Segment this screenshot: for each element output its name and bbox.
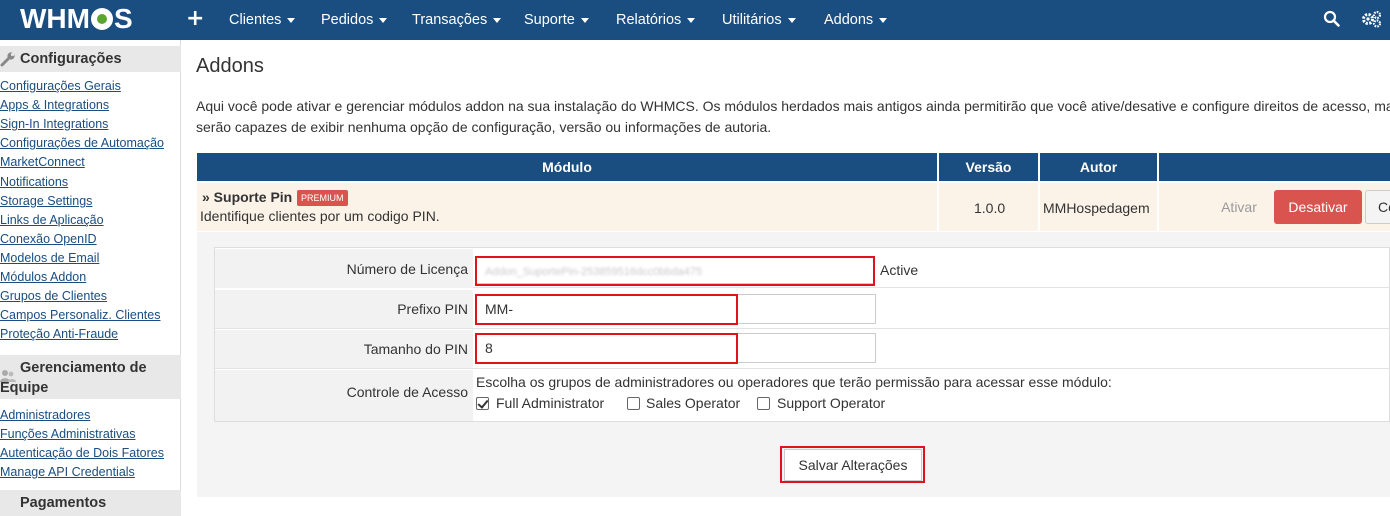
caret-down-icon xyxy=(379,17,388,23)
sidebar-link-conexao-openid[interactable]: Conexão OpenID xyxy=(0,230,97,249)
prefix-input[interactable]: MM- xyxy=(476,294,876,324)
sidebar-link-notifications[interactable]: Notifications xyxy=(0,173,68,192)
sidebar-link-campos-personaliz[interactable]: Campos Personaliz. Clientes xyxy=(0,306,161,325)
module-description: Identifique clientes por um codigo PIN. xyxy=(200,208,440,224)
license-label: Número de Licença xyxy=(215,249,473,288)
menu-utilitarios[interactable]: Utilitários xyxy=(722,0,796,40)
sidebar-link-apps-integrations[interactable]: Apps & Integrations xyxy=(0,96,109,115)
caret-down-icon xyxy=(287,17,296,23)
sidebar-link-modelos-email[interactable]: Modelos de Email xyxy=(0,249,99,268)
menu-label: Utilitários xyxy=(722,12,782,28)
plus-icon[interactable]: + xyxy=(186,6,204,32)
menu-transacoes[interactable]: Transações xyxy=(412,0,502,40)
prefix-label: Prefixo PIN xyxy=(215,290,473,328)
page-title: Addons xyxy=(196,55,264,77)
users-icon xyxy=(0,370,16,382)
module-version: 1.0.0 xyxy=(974,200,1006,216)
module-author: MMHospedagem xyxy=(1043,200,1150,216)
page-description: Aqui você pode ativar e gerenciar módulo… xyxy=(196,96,1390,138)
sidebar-section-configuracoes: Configurações xyxy=(0,46,181,72)
license-input[interactable]: Addon_SuportePin-253859516dcc0bbda475 xyxy=(476,256,874,284)
gears-icon[interactable] xyxy=(1361,10,1383,28)
sidebar-link-configuracoes-automacao[interactable]: Configurações de Automação xyxy=(0,134,164,153)
column-header-actions xyxy=(1159,153,1390,181)
column-divider xyxy=(1157,183,1159,231)
save-changes-button[interactable]: Salvar Alterações xyxy=(784,449,922,481)
sidebar-section-title-cont: Equipe xyxy=(0,380,49,396)
checkbox-full-administrator[interactable] xyxy=(476,397,489,410)
pin-size-input[interactable]: 8 xyxy=(476,333,876,363)
description-line: Aqui você pode ativar e gerenciar módulo… xyxy=(196,98,1390,114)
caret-down-icon xyxy=(580,17,589,23)
access-description: Escolha os grupos de administradores ou … xyxy=(476,374,1112,390)
sidebar-link-autenticacao-dois-fatores[interactable]: Autenticação de Dois Fatores xyxy=(0,444,164,463)
logo-text-left: WHM xyxy=(20,3,90,34)
menu-clientes[interactable]: Clientes xyxy=(229,0,296,40)
menu-label: Suporte xyxy=(524,12,575,28)
deactivate-button[interactable]: Desativar xyxy=(1274,190,1362,224)
menu-label: Pedidos xyxy=(321,12,374,28)
column-divider xyxy=(937,183,939,231)
caret-down-icon xyxy=(879,17,888,23)
menu-pedidos[interactable]: Pedidos xyxy=(321,0,388,40)
sidebar-link-storage-settings[interactable]: Storage Settings xyxy=(0,192,92,211)
menu-label: Clientes xyxy=(229,12,282,28)
module-name: » Suporte Pin xyxy=(202,189,293,205)
menu-label: Relatórios xyxy=(616,12,682,28)
sidebar-section-title: Gerenciamento de xyxy=(20,360,147,376)
sidebar-section-gerenciamento: Gerenciamento de Equipe xyxy=(0,355,181,399)
sidebar-section-pagamentos: Pagamentos xyxy=(0,490,181,516)
logo-gear-icon xyxy=(90,8,113,30)
checkbox-sales-operator[interactable] xyxy=(627,397,640,410)
license-value: Addon_SuportePin-253859516dcc0bbda475 xyxy=(485,266,703,278)
sidebar-link-protecao-anti-fraude[interactable]: Proteção Anti-Fraude xyxy=(0,325,118,344)
checkbox-label: Full Administrator xyxy=(496,395,605,411)
sidebar-link-grupos-clientes[interactable]: Grupos de Clientes xyxy=(0,287,107,306)
sidebar-link-configuracoes-gerais[interactable]: Configurações Gerais xyxy=(0,77,121,96)
column-header-modulo: Módulo xyxy=(197,153,937,181)
top-navbar: WHM S + Clientes Pedidos Transações Supor… xyxy=(0,0,1390,40)
whmcs-logo[interactable]: WHM S xyxy=(20,4,133,34)
checkbox-label: Support Operator xyxy=(777,395,886,411)
sidebar-section-title: Pagamentos xyxy=(20,495,107,511)
menu-label: Transações xyxy=(412,12,488,28)
sidebar-link-funcoes-administrativas[interactable]: Funções Administrativas xyxy=(0,425,135,444)
caret-down-icon xyxy=(787,17,796,23)
logo-text-right: S xyxy=(113,3,133,34)
sidebar-link-marketconnect[interactable]: MarketConnect xyxy=(0,153,85,172)
access-label: Controle de Acesso xyxy=(215,370,473,421)
premium-badge: PREMIUM xyxy=(297,190,348,206)
caret-down-icon xyxy=(493,17,502,23)
sidebar-link-manage-api-credentials[interactable]: Manage API Credentials xyxy=(0,463,135,482)
column-header-versao: Versão xyxy=(939,153,1038,181)
menu-relatorios[interactable]: Relatórios xyxy=(616,0,696,40)
configure-button[interactable]: Configurar xyxy=(1365,190,1390,224)
main-content: Addons Aqui você pode ativar e gerenciar… xyxy=(181,40,1390,503)
checkbox-label: Sales Operator xyxy=(646,395,741,411)
menu-label: Addons xyxy=(824,12,874,28)
column-divider xyxy=(1038,183,1040,231)
column-header-autor: Autor xyxy=(1040,153,1157,181)
sidebar-link-sign-in-integrations[interactable]: Sign-In Integrations xyxy=(0,115,108,134)
size-label: Tamanho do PIN xyxy=(215,330,473,368)
activate-button[interactable]: Ativar xyxy=(1206,190,1272,224)
menu-suporte[interactable]: Suporte xyxy=(524,0,589,40)
sidebar-link-administradores[interactable]: Administradores xyxy=(0,406,90,425)
caret-down-icon xyxy=(687,17,696,23)
wrench-icon xyxy=(0,52,15,67)
sidebar-link-links-aplicacao[interactable]: Links de Aplicação xyxy=(0,211,104,230)
license-status: Active xyxy=(880,262,919,278)
menu-addons[interactable]: Addons xyxy=(824,0,888,40)
sidebar-link-modulos-addon[interactable]: Módulos Addon xyxy=(0,268,86,287)
sidebar-section-title: Configurações xyxy=(20,51,122,67)
sidebar: Configurações Configurações Gerais Apps … xyxy=(0,40,181,516)
search-icon[interactable] xyxy=(1323,10,1341,28)
description-line: serão capazes de exibir nenhuma opção de… xyxy=(196,119,772,135)
checkbox-support-operator[interactable] xyxy=(757,397,770,410)
